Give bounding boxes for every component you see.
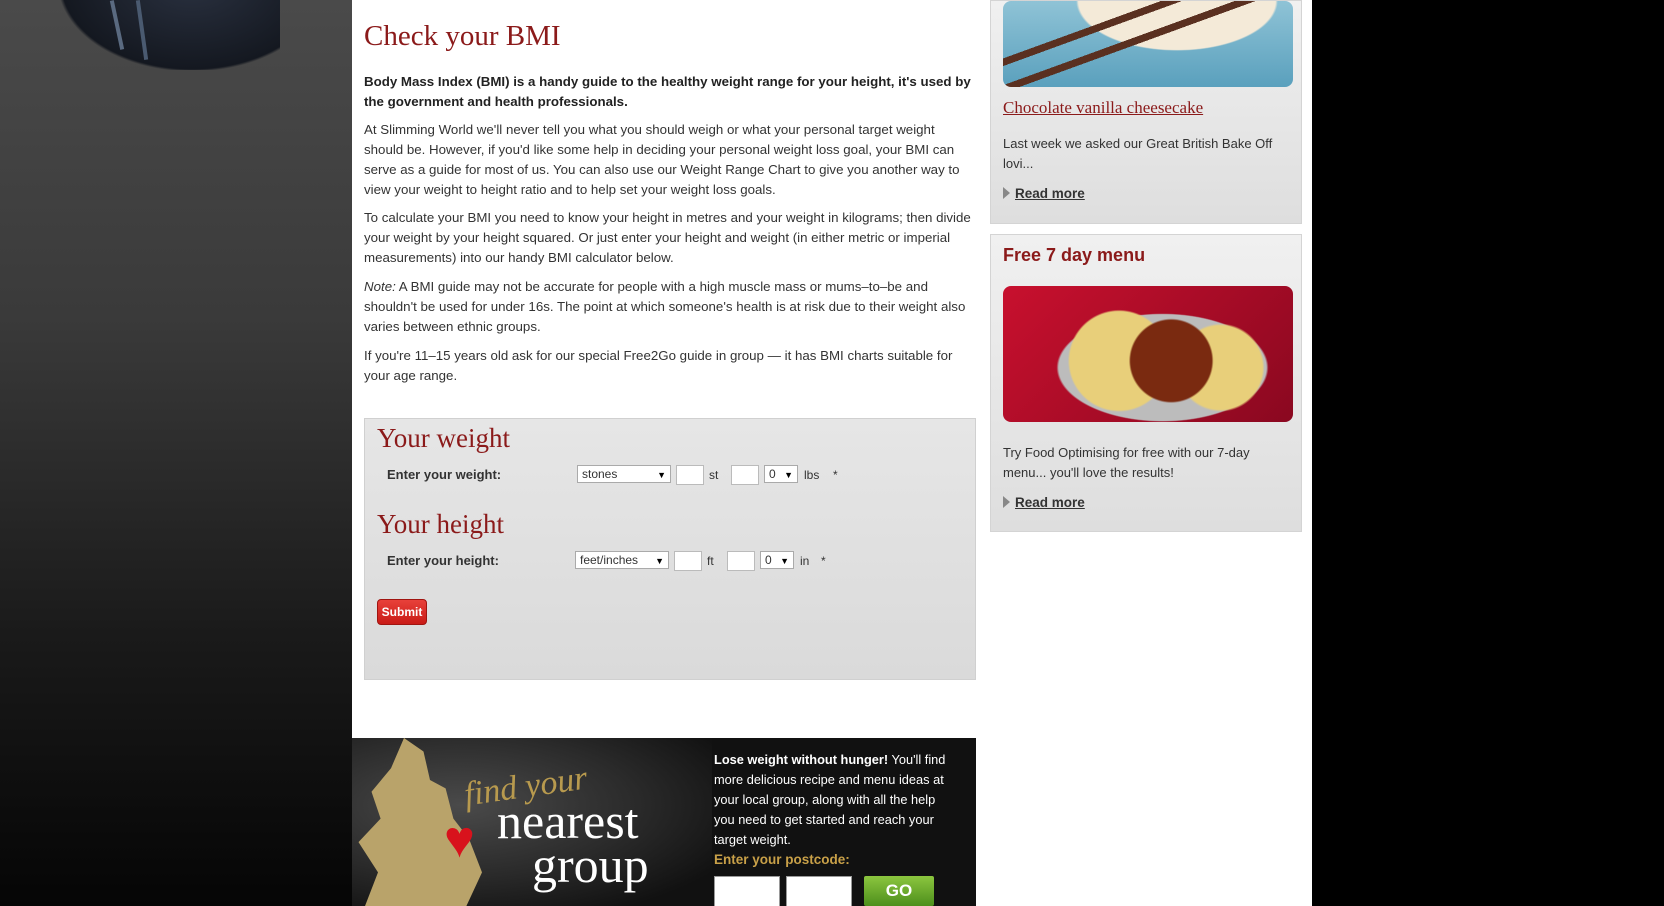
- required-marker: *: [833, 468, 838, 482]
- height-unit-value: feet/inches: [580, 553, 639, 567]
- note-paragraph: Note: A BMI guide may not be accurate fo…: [364, 277, 976, 337]
- chevron-down-icon: ▼: [657, 470, 666, 480]
- sidebar-card-menu: Free 7 day menu Try Food Optimising for …: [990, 234, 1302, 532]
- weight-heading: Your weight: [377, 423, 511, 453]
- page-background-right: [1312, 0, 1664, 906]
- article-paragraph: To calculate your BMI you need to know y…: [364, 210, 971, 265]
- chevron-down-icon: ▼: [655, 556, 664, 566]
- weight-lbs-value: 0: [769, 467, 776, 481]
- weight-label: Enter your weight:: [387, 467, 502, 482]
- read-more-link[interactable]: Read more: [1003, 495, 1085, 510]
- height-unit-select[interactable]: feet/inches ▼: [575, 551, 669, 569]
- chevron-down-icon: ▼: [780, 556, 789, 566]
- cheesecake-excerpt: Last week we asked our Great British Bak…: [1003, 136, 1273, 171]
- postcode-label: Enter your postcode:: [714, 852, 850, 867]
- weight-unit-st: st: [709, 468, 719, 482]
- weight-unit-lbs: lbs: [804, 468, 820, 482]
- height-in-value: 0: [765, 553, 772, 567]
- weight-extra-input[interactable]: [731, 465, 759, 485]
- decorative-plate-image: [60, 0, 280, 70]
- banner-lead-bold: Lose weight without hunger!: [714, 752, 889, 767]
- note-text: A BMI guide may not be accurate for peop…: [364, 279, 966, 334]
- content-column: Check your BMI Body Mass Index (BMI) is …: [352, 0, 1312, 906]
- weight-unit-value: stones: [582, 467, 618, 481]
- height-unit-ft: ft: [707, 554, 714, 568]
- pasta-image[interactable]: [1003, 286, 1293, 422]
- height-extra-input[interactable]: [727, 551, 755, 571]
- article-paragraph: If you're 11–15 years old ask for our sp…: [364, 348, 953, 383]
- weight-unit-select[interactable]: stones ▼: [577, 465, 671, 483]
- note-label: Note:: [364, 279, 396, 294]
- weight-stones-input[interactable]: [676, 465, 704, 485]
- sidebar-card-cheesecake: Chocolate vanilla cheesecake Last week w…: [990, 0, 1302, 224]
- height-row: Enter your height: feet/inches ▼ ft 0 ▼ …: [387, 551, 957, 573]
- submit-button[interactable]: Submit: [377, 599, 427, 625]
- height-in-select[interactable]: 0 ▼: [760, 551, 794, 569]
- height-unit-in: in: [800, 554, 810, 568]
- read-more-label: Read more: [1015, 495, 1085, 510]
- height-heading: Your height: [377, 509, 505, 539]
- bmi-calculator: Your weight Enter your weight: stones ▼ …: [364, 418, 976, 680]
- weight-lbs-select[interactable]: 0 ▼: [764, 465, 798, 483]
- go-button[interactable]: GO: [864, 876, 934, 906]
- postcode-input-1[interactable]: [714, 876, 780, 906]
- heart-icon: ♥: [444, 811, 475, 869]
- cheesecake-image[interactable]: [1003, 1, 1293, 87]
- height-label: Enter your height:: [387, 553, 499, 568]
- page-background-left: [0, 0, 352, 906]
- intro-paragraph: Body Mass Index (BMI) is a handy guide t…: [364, 74, 971, 109]
- free-menu-excerpt: Try Food Optimising for free with our 7-…: [1003, 445, 1250, 480]
- triangle-right-icon: [1003, 496, 1010, 508]
- banner-description: Lose weight without hunger! You'll find …: [714, 750, 959, 850]
- postcode-input-2[interactable]: [786, 876, 852, 906]
- cheesecake-title-link[interactable]: Chocolate vanilla cheesecake: [1003, 98, 1203, 118]
- nearest-group-banner: ♥ find your nearest group Lose weight wi…: [352, 738, 976, 906]
- chevron-down-icon: ▼: [784, 470, 793, 480]
- required-marker: *: [821, 554, 826, 568]
- free-menu-heading: Free 7 day menu: [1003, 245, 1146, 265]
- banner-group: group: [532, 837, 649, 893]
- triangle-right-icon: [1003, 187, 1010, 199]
- page-title: Check your BMI: [364, 20, 561, 52]
- article-paragraph: At Slimming World we'll never tell you w…: [364, 122, 960, 197]
- read-more-link[interactable]: Read more: [1003, 186, 1085, 201]
- weight-row: Enter your weight: stones ▼ st 0 ▼ lbs *: [387, 465, 957, 487]
- read-more-label: Read more: [1015, 186, 1085, 201]
- height-feet-input[interactable]: [674, 551, 702, 571]
